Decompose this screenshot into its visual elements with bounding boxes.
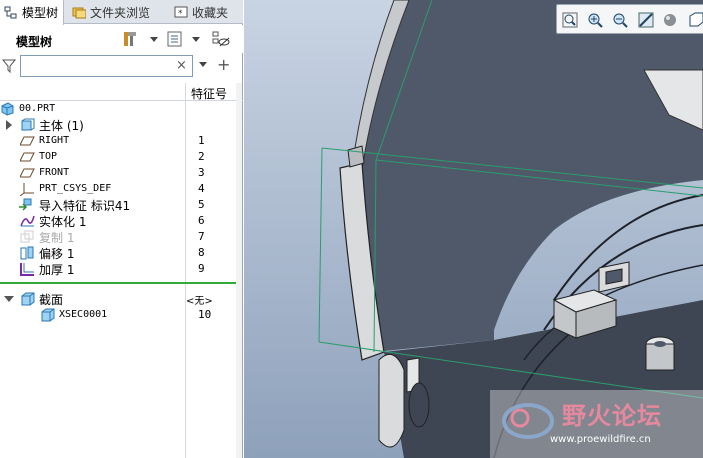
- tree-item-solidify[interactable]: 实体化 1 6: [0, 213, 243, 229]
- tree-item-front-plane[interactable]: FRONT 3: [0, 165, 243, 181]
- svg-text:*: *: [178, 9, 183, 19]
- feature-number: 3: [198, 166, 205, 179]
- clear-filter-icon[interactable]: ×: [176, 58, 187, 73]
- tree-item-label: 复制 1: [39, 231, 75, 245]
- tree-item-label: TOP: [39, 151, 58, 162]
- tree-root[interactable]: 00.PRT: [0, 101, 243, 117]
- tree-item-thicken[interactable]: 加厚 1 9: [0, 261, 243, 277]
- tools-dropdown-icon[interactable]: [150, 37, 158, 42]
- zoom-fit-icon[interactable]: [561, 11, 579, 29]
- tree-item-label: 00.PRT: [19, 103, 56, 114]
- body-icon: [20, 118, 35, 132]
- tree-item-sections[interactable]: 截面 <无>: [0, 291, 243, 307]
- tree-item-right-plane[interactable]: RIGHT 1: [0, 133, 243, 149]
- tree-item-copy[interactable]: 复制 1 7: [0, 229, 243, 245]
- datum-plane-icon: [19, 166, 35, 180]
- feature-number: 6: [198, 214, 205, 227]
- feature-number: 10: [198, 308, 212, 321]
- tab-folder-browser[interactable]: 文件夹浏览: [68, 0, 164, 24]
- tab-label: 收藏夹: [192, 5, 229, 20]
- tab-favorites[interactable]: * 收藏夹: [170, 0, 243, 24]
- section-folder-icon: [20, 292, 35, 306]
- tree-item-label: 导入特征 标识41: [39, 199, 131, 213]
- tree-item-label: 实体化 1: [39, 215, 87, 229]
- feature-number: <无>: [186, 296, 213, 307]
- tree-toolbar: 模型树: [0, 25, 243, 53]
- expand-arrow-icon[interactable]: [6, 120, 12, 130]
- filter-input[interactable]: [20, 55, 193, 77]
- part-icon: [0, 102, 15, 116]
- feature-number: 9: [198, 262, 205, 275]
- datum-plane-icon: [19, 150, 35, 164]
- tree-item-label: PRT_CSYS_DEF: [39, 183, 112, 194]
- tree-item-label: 偏移 1: [39, 247, 75, 261]
- tab-label: 模型树: [22, 6, 59, 20]
- add-filter-icon[interactable]: +: [217, 55, 230, 74]
- insert-here-marker[interactable]: [0, 282, 236, 284]
- feature-number-column-header[interactable]: 特征号: [191, 85, 227, 102]
- thicken-icon: [20, 262, 35, 276]
- tree-item-import-feature[interactable]: 导入特征 标识41 5: [0, 197, 243, 213]
- collapse-arrow-icon[interactable]: [4, 296, 14, 302]
- offset-icon: [20, 246, 35, 260]
- filter-dropdown-icon[interactable]: [199, 62, 207, 67]
- panel-tabs: 模型树 文件夹浏览 * 收藏夹: [0, 0, 243, 25]
- section-icon: [40, 308, 55, 322]
- tree-item-label: XSEC0001: [59, 309, 108, 320]
- tree-item-csys[interactable]: PRT_CSYS_DEF 4: [0, 181, 243, 197]
- zoom-out-icon[interactable]: [611, 11, 629, 29]
- watermark-logo-icon: [498, 396, 558, 449]
- tree-item-top-plane[interactable]: TOP 2: [0, 149, 243, 165]
- tree-item-label: 截面: [39, 293, 64, 307]
- tools-icon[interactable]: [122, 30, 140, 48]
- column-header: 特征号: [0, 83, 243, 101]
- datum-plane-icon: [19, 134, 35, 148]
- graphics-viewport[interactable]: 野火论坛 www.proewildfire.cn: [244, 0, 703, 458]
- watermark: 野火论坛 www.proewildfire.cn: [490, 390, 703, 458]
- view-box-icon[interactable]: [687, 11, 703, 29]
- tree-item-offset[interactable]: 偏移 1 8: [0, 245, 243, 261]
- filter-icon[interactable]: [1, 59, 17, 76]
- repaint-icon[interactable]: [637, 11, 655, 29]
- display-style-icon[interactable]: [661, 11, 679, 29]
- copy-icon: [20, 230, 35, 244]
- filter-row: × +: [0, 53, 243, 79]
- tree-item-xsec[interactable]: XSEC0001 10: [0, 307, 243, 323]
- watermark-title: 野火论坛: [562, 402, 662, 430]
- tree-item-label: FRONT: [39, 167, 70, 178]
- favorites-icon: *: [174, 5, 188, 19]
- view-toolbar: [556, 4, 703, 34]
- vertical-scrollbar[interactable]: [236, 83, 242, 458]
- tree-title: 模型树: [16, 35, 53, 49]
- tree-item-label: 主体 (1): [39, 119, 84, 133]
- model-tree-icon: [4, 6, 18, 20]
- coordinate-system-icon: [19, 182, 35, 197]
- feature-number: 5: [198, 198, 205, 211]
- feature-number: 4: [198, 182, 205, 195]
- import-feature-icon: [18, 198, 33, 212]
- watermark-url: www.proewildfire.cn: [550, 434, 651, 445]
- tab-label: 文件夹浏览: [90, 5, 151, 20]
- solidify-icon: [20, 214, 35, 228]
- zoom-in-icon[interactable]: [586, 11, 604, 29]
- tree-item-body[interactable]: 主体 (1): [0, 117, 243, 133]
- model-tree-panel: 模型树 文件夹浏览 * 收藏夹 模型树 × + 特征号 00.PRT 主体 (1…: [0, 0, 243, 458]
- settings-dropdown-icon[interactable]: [192, 37, 200, 42]
- tree-item-label: RIGHT: [39, 135, 70, 146]
- folder-browser-icon: [72, 5, 87, 19]
- feature-number: 1: [198, 134, 205, 147]
- show-hide-icon[interactable]: [212, 30, 230, 48]
- feature-number: 2: [198, 150, 205, 163]
- feature-number: 7: [198, 230, 205, 243]
- feature-number: 8: [198, 246, 205, 259]
- tab-model-tree[interactable]: 模型树: [0, 0, 64, 25]
- settings-list-icon[interactable]: [166, 30, 184, 48]
- tree-item-label: 加厚 1: [39, 263, 75, 277]
